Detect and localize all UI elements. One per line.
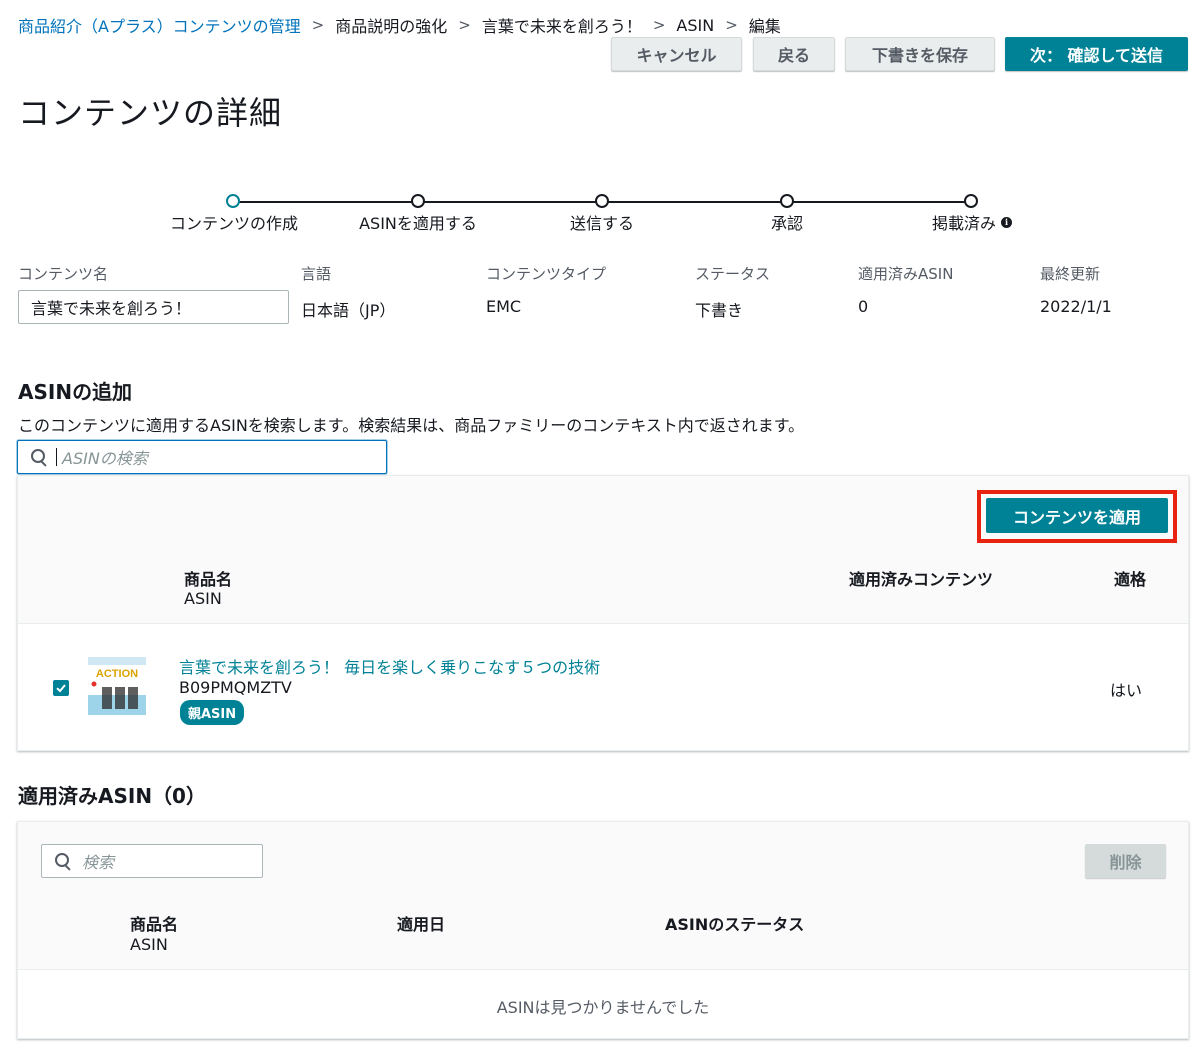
col-asin-status: ASINのステータス <box>665 915 805 934</box>
back-button[interactable]: 戻る <box>753 37 835 71</box>
col-product-asin: ASIN <box>130 935 168 954</box>
col-product-name: 商品名 <box>130 915 179 934</box>
asin-results-panel: コンテンツを適用 商品名 ASIN 適用済みコンテンツ 適格 ACTION 言葉… <box>17 475 1189 751</box>
add-asin-description: このコンテンツに適用するASINを検索します。検索結果は、商品ファミリーのコンテ… <box>18 416 805 435</box>
step-indicator <box>964 194 978 208</box>
product-thumbnail: ACTION <box>88 657 146 715</box>
applied-asin-value: 0 <box>858 297 869 316</box>
check-icon <box>56 684 66 693</box>
parent-asin-badge: 親ASIN <box>180 700 245 725</box>
chevron-right-icon: > <box>725 16 738 34</box>
language-value: 日本語（JP） <box>301 301 396 320</box>
breadcrumb-item-content-name: 言葉で未来を創ろう！ <box>481 17 642 36</box>
search-icon <box>30 448 48 467</box>
breadcrumb-item-aplus-manager[interactable]: 商品紹介（Aプラス）コンテンツの管理 <box>18 13 301 37</box>
content-type-value: EMC <box>486 297 522 316</box>
step-indicator <box>411 194 425 208</box>
search-icon <box>54 852 72 871</box>
row-select-checkbox[interactable] <box>53 680 69 696</box>
col-eligible: 適格 <box>1114 570 1147 589</box>
applied-asin-panel: 検索 削除 商品名 ASIN 適用日 ASINのステータス ASINは見つかりま… <box>17 821 1189 1039</box>
col-product-asin: ASIN <box>184 589 222 608</box>
chevron-right-icon: > <box>311 16 325 34</box>
last-updated-label: 最終更新 <box>1040 265 1101 283</box>
asin-search-input[interactable]: ASINの検索 <box>17 440 387 474</box>
breadcrumb-item-edit: 編集 <box>748 17 781 36</box>
info-icon[interactable]: i <box>1001 216 1013 228</box>
chevron-right-icon: > <box>652 16 666 34</box>
breadcrumb-item-asin: ASIN <box>676 15 715 35</box>
eligible-value: はい <box>1110 681 1143 700</box>
page-title: コンテンツの詳細 <box>18 94 283 132</box>
applied-search-placeholder: 検索 <box>82 853 115 872</box>
thumbnail-title-text: ACTION <box>96 668 138 680</box>
status-value: 下書き <box>695 301 744 320</box>
step-label-submit: 送信する <box>569 214 635 233</box>
step-indicator <box>780 194 794 208</box>
language-label: 言語 <box>301 265 332 283</box>
step-indicator <box>595 194 609 208</box>
text-caret <box>56 448 57 466</box>
asin-search-placeholder: ASINの検索 <box>62 449 148 468</box>
applied-table-header <box>18 896 1188 970</box>
col-applied-content: 適用済みコンテンツ <box>849 570 994 589</box>
save-draft-button[interactable]: 下書きを保存 <box>845 37 995 71</box>
last-updated-value: 2022/1/1 <box>1040 297 1112 316</box>
step-label-published: 掲載済み <box>931 214 997 233</box>
cancel-button[interactable]: キャンセル <box>611 37 742 71</box>
step-label-approval: 承認 <box>770 214 804 233</box>
breadcrumb: 商品紹介（Aプラス）コンテンツの管理 > 商品説明の強化 > 言葉で未来を創ろう… <box>18 13 781 37</box>
col-applied-date: 適用日 <box>397 915 446 934</box>
product-asin: B09PMQMZTV <box>179 678 292 697</box>
content-name-label: コンテンツ名 <box>18 265 109 283</box>
content-name-field[interactable]: 言葉で未来を創ろう！ <box>18 290 289 324</box>
chevron-right-icon: > <box>458 16 471 34</box>
content-name-value: 言葉で未来を創ろう！ <box>31 299 192 318</box>
step-published: 掲載済み i <box>931 210 1013 234</box>
delete-button[interactable]: 削除 <box>1085 844 1166 878</box>
step-label-create: コンテンツの作成 <box>169 214 299 233</box>
add-asin-title: ASINの追加 <box>18 380 133 404</box>
status-label: ステータス <box>695 265 771 283</box>
product-title-link[interactable]: 言葉で未来を創ろう！ 毎日を楽しく乗りこなす５つの技術 <box>179 654 600 678</box>
col-product-name: 商品名 <box>184 570 233 589</box>
empty-state-text: ASINは見つかりませんでした <box>496 998 710 1017</box>
step-indicator-current <box>226 194 240 208</box>
next-review-submit-button[interactable]: 次： 確認して送信 <box>1005 37 1188 71</box>
applied-asin-label: 適用済みASIN <box>858 265 954 283</box>
breadcrumb-item-enhanced-description: 商品説明の強化 <box>335 17 448 36</box>
applied-asin-title: 適用済みASIN（0） <box>18 784 206 808</box>
content-type-label: コンテンツタイプ <box>486 265 607 283</box>
applied-search-input[interactable]: 検索 <box>41 844 263 878</box>
apply-content-button[interactable]: コンテンツを適用 <box>986 498 1168 533</box>
step-label-apply-asin: ASINを適用する <box>359 214 477 233</box>
